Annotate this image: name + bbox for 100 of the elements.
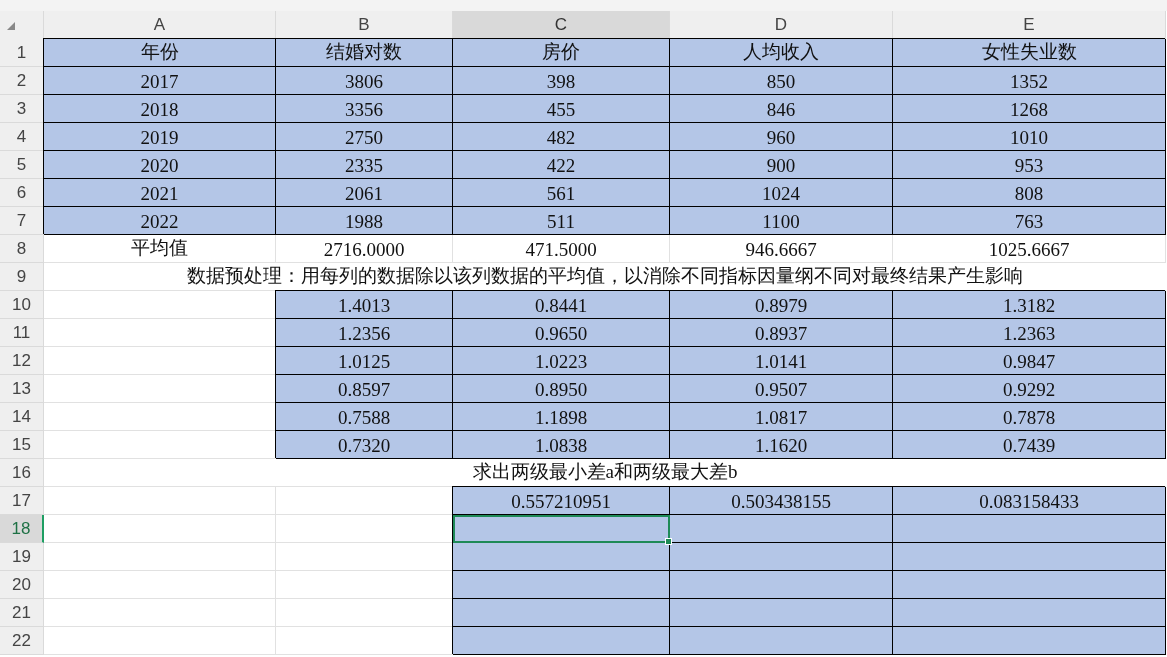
- table-cell[interactable]: 1.0838: [453, 431, 670, 459]
- table-cell[interactable]: 2019: [44, 123, 276, 151]
- table-cell[interactable]: 1025.6667: [893, 235, 1166, 263]
- row-header[interactable]: 6: [0, 179, 44, 207]
- table-cell[interactable]: 946.6667: [670, 235, 893, 263]
- table-cell[interactable]: 1268: [893, 95, 1166, 123]
- table-cell[interactable]: 1.0817: [670, 403, 893, 431]
- table-cell[interactable]: 1.0125: [276, 347, 453, 375]
- table-cell[interactable]: 房价: [453, 39, 670, 67]
- table-cell[interactable]: 1.0141: [670, 347, 893, 375]
- table-cell[interactable]: 平均值: [44, 235, 276, 263]
- column-header[interactable]: E: [893, 11, 1166, 40]
- row-header[interactable]: 1: [0, 39, 44, 67]
- table-cell[interactable]: [893, 599, 1166, 627]
- table-cell[interactable]: [893, 571, 1166, 599]
- table-cell[interactable]: 2750: [276, 123, 453, 151]
- column-header[interactable]: A: [44, 11, 276, 40]
- table-cell[interactable]: 2021: [44, 179, 276, 207]
- table-cell[interactable]: 953: [893, 151, 1166, 179]
- table-cell[interactable]: [893, 515, 1166, 543]
- row-header[interactable]: 15: [0, 431, 44, 459]
- table-cell[interactable]: 0.7588: [276, 403, 453, 431]
- table-cell[interactable]: 3356: [276, 95, 453, 123]
- table-cell[interactable]: 3806: [276, 67, 453, 95]
- table-cell[interactable]: 1100: [670, 207, 893, 235]
- table-cell[interactable]: 0.9292: [893, 375, 1166, 403]
- table-cell[interactable]: 0.8597: [276, 375, 453, 403]
- table-cell[interactable]: 1.1898: [453, 403, 670, 431]
- table-cell[interactable]: [453, 571, 670, 599]
- table-cell[interactable]: 女性失业数: [893, 39, 1166, 67]
- table-cell[interactable]: 1.1620: [670, 431, 893, 459]
- row-header[interactable]: 12: [0, 347, 44, 375]
- selected-cell[interactable]: [453, 515, 670, 543]
- table-cell[interactable]: 1988: [276, 207, 453, 235]
- table-cell[interactable]: [453, 543, 670, 571]
- table-cell[interactable]: 2061: [276, 179, 453, 207]
- table-cell[interactable]: [893, 543, 1166, 571]
- table-cell[interactable]: [670, 515, 893, 543]
- table-cell[interactable]: 0.8937: [670, 319, 893, 347]
- table-cell[interactable]: 结婚对数: [276, 39, 453, 67]
- row-header[interactable]: 20: [0, 571, 44, 599]
- table-cell[interactable]: 年份: [44, 39, 276, 67]
- table-cell[interactable]: [670, 599, 893, 627]
- table-cell[interactable]: [670, 627, 893, 655]
- row-header[interactable]: 9: [0, 263, 44, 291]
- row-header[interactable]: 2: [0, 67, 44, 95]
- table-cell[interactable]: 1010: [893, 123, 1166, 151]
- table-cell[interactable]: 850: [670, 67, 893, 95]
- table-cell[interactable]: [453, 627, 670, 655]
- select-all-icon[interactable]: [7, 22, 15, 30]
- column-header[interactable]: D: [670, 11, 893, 40]
- row-header[interactable]: 21: [0, 599, 44, 627]
- row-header[interactable]: 14: [0, 403, 44, 431]
- table-cell[interactable]: [453, 599, 670, 627]
- table-cell[interactable]: 422: [453, 151, 670, 179]
- table-cell[interactable]: 1.2356: [276, 319, 453, 347]
- row-header[interactable]: 5: [0, 151, 44, 179]
- table-cell[interactable]: 0.8979: [670, 291, 893, 319]
- table-cell[interactable]: 1024: [670, 179, 893, 207]
- table-cell[interactable]: 960: [670, 123, 893, 151]
- table-cell[interactable]: 0.7320: [276, 431, 453, 459]
- table-cell[interactable]: 2020: [44, 151, 276, 179]
- table-cell[interactable]: 846: [670, 95, 893, 123]
- table-cell[interactable]: 1352: [893, 67, 1166, 95]
- table-cell[interactable]: [670, 543, 893, 571]
- table-cell[interactable]: 1.3182: [893, 291, 1166, 319]
- table-cell[interactable]: 471.5000: [453, 235, 670, 263]
- table-cell[interactable]: 455: [453, 95, 670, 123]
- column-header[interactable]: B: [276, 11, 453, 40]
- table-cell[interactable]: 2018: [44, 95, 276, 123]
- table-cell[interactable]: 0.503438155: [670, 487, 893, 515]
- row-header[interactable]: 19: [0, 543, 44, 571]
- table-cell[interactable]: 900: [670, 151, 893, 179]
- table-cell[interactable]: 0.083158433: [893, 487, 1166, 515]
- table-cell[interactable]: 0.8950: [453, 375, 670, 403]
- table-cell[interactable]: 0.7439: [893, 431, 1166, 459]
- row-header[interactable]: 7: [0, 207, 44, 235]
- table-cell[interactable]: 1.2363: [893, 319, 1166, 347]
- table-cell[interactable]: 808: [893, 179, 1166, 207]
- row-header[interactable]: 10: [0, 291, 44, 319]
- table-cell[interactable]: 482: [453, 123, 670, 151]
- row-header[interactable]: 4: [0, 123, 44, 151]
- table-cell[interactable]: 0.9650: [453, 319, 670, 347]
- row-header[interactable]: 8: [0, 235, 44, 263]
- row-header[interactable]: 22: [0, 627, 44, 655]
- table-cell[interactable]: 0.9507: [670, 375, 893, 403]
- table-cell[interactable]: 0.9847: [893, 347, 1166, 375]
- table-cell[interactable]: 1.4013: [276, 291, 453, 319]
- table-cell[interactable]: 人均收入: [670, 39, 893, 67]
- row-header[interactable]: 13: [0, 375, 44, 403]
- column-header[interactable]: C: [453, 11, 670, 40]
- table-cell[interactable]: 0.7878: [893, 403, 1166, 431]
- table-cell[interactable]: 2716.0000: [276, 235, 453, 263]
- table-cell[interactable]: [670, 571, 893, 599]
- row-header[interactable]: 3: [0, 95, 44, 123]
- table-cell[interactable]: 2017: [44, 67, 276, 95]
- table-cell[interactable]: [893, 627, 1166, 655]
- table-cell[interactable]: 2335: [276, 151, 453, 179]
- table-cell[interactable]: 1.0223: [453, 347, 670, 375]
- row-header[interactable]: 11: [0, 319, 44, 347]
